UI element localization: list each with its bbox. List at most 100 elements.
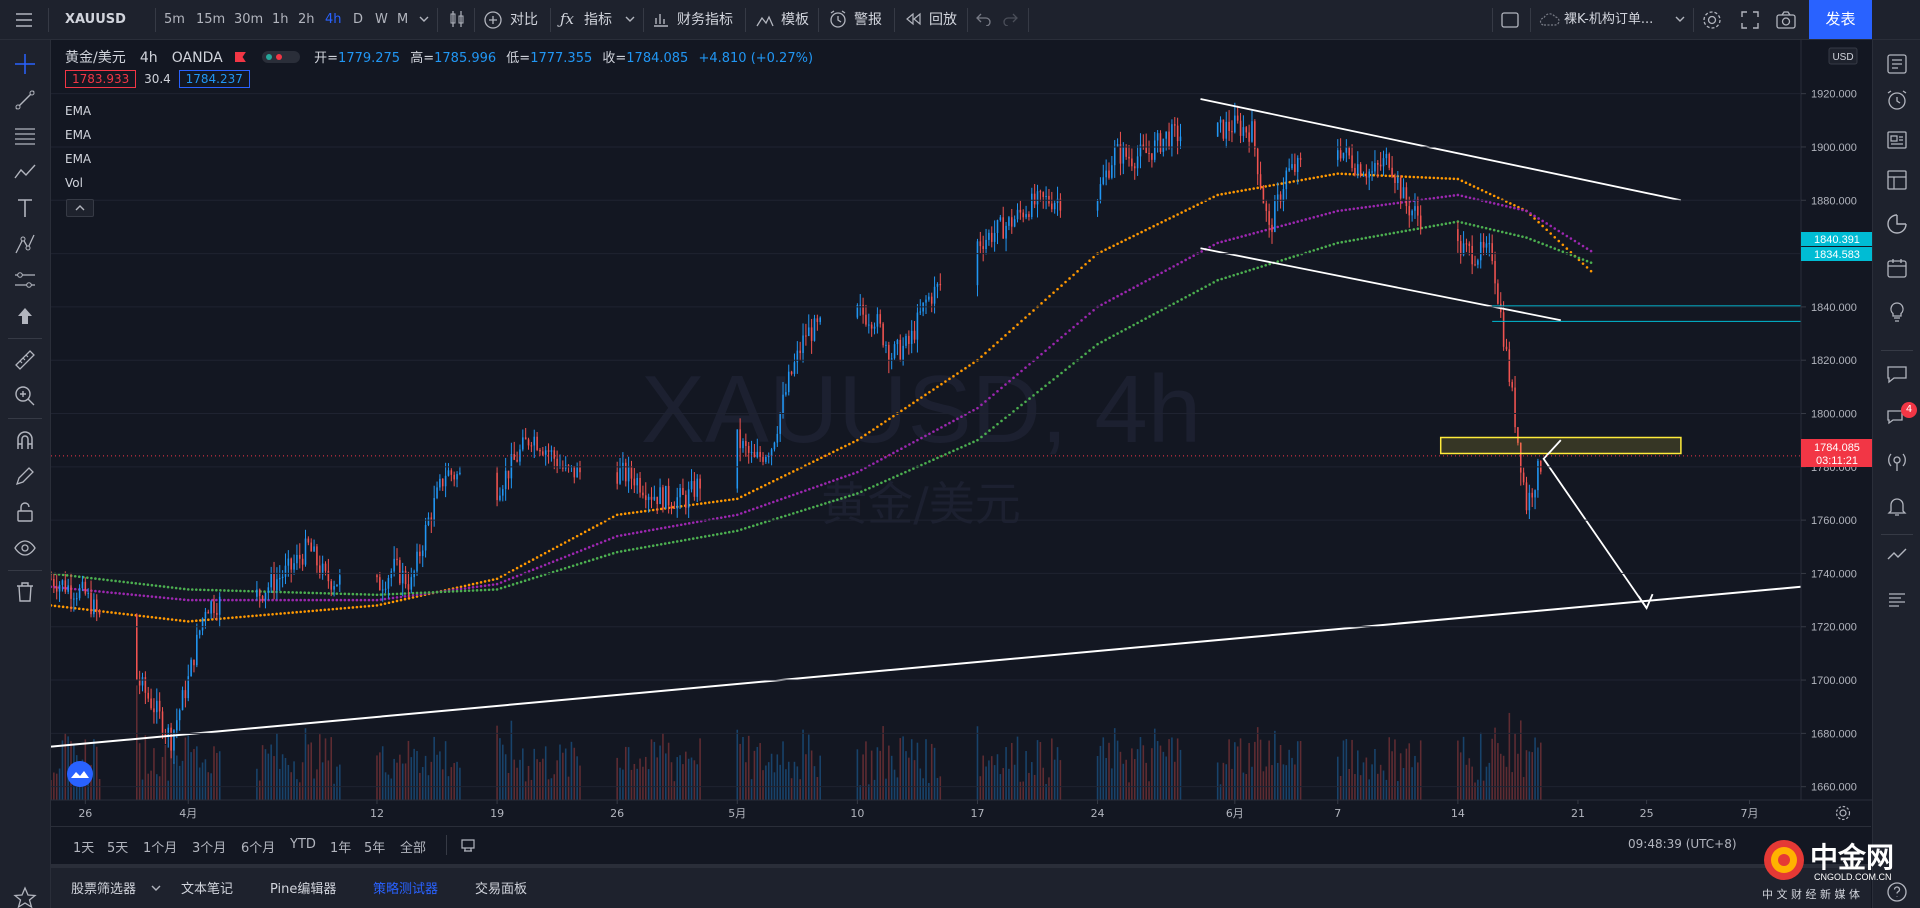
range-1d[interactable]: 1天 bbox=[73, 837, 94, 856]
alert-button[interactable]: 警报 bbox=[854, 11, 882, 29]
volume-bar bbox=[1128, 782, 1130, 800]
magnet-icon[interactable] bbox=[13, 428, 37, 452]
ema-dot bbox=[1156, 222, 1159, 226]
timeframe-2h[interactable]: 2h bbox=[298, 11, 315, 29]
pattern-icon[interactable] bbox=[13, 160, 37, 184]
candle-style-icon[interactable] bbox=[448, 9, 466, 29]
menu-icon[interactable] bbox=[14, 11, 34, 29]
range-6m[interactable]: 6个月 bbox=[241, 837, 275, 856]
legend-title[interactable]: 黄金/美元 bbox=[65, 50, 126, 66]
range-3m[interactable]: 3个月 bbox=[192, 837, 226, 856]
clock[interactable]: 09:48:39 (UTC+8) bbox=[1628, 837, 1737, 851]
timeframe-5m[interactable]: 5m bbox=[164, 11, 185, 29]
timeframe-d[interactable]: D bbox=[353, 11, 363, 29]
currency-label[interactable]: USD bbox=[1832, 52, 1853, 63]
range-5y[interactable]: 5年 bbox=[364, 837, 385, 856]
chat-icon[interactable] bbox=[1885, 362, 1909, 386]
tradingview-logo-icon[interactable] bbox=[67, 761, 93, 787]
redo-icon[interactable] bbox=[1002, 12, 1018, 26]
ema-dot bbox=[796, 510, 799, 514]
chevron-down-icon[interactable] bbox=[151, 884, 161, 892]
eye-icon[interactable] bbox=[13, 536, 37, 560]
timeframe-1h[interactable]: 1h bbox=[272, 11, 289, 29]
range-all[interactable]: 全部 bbox=[400, 837, 426, 856]
fullscreen-icon[interactable] bbox=[1740, 10, 1760, 30]
arrow-up-icon[interactable] bbox=[13, 304, 37, 328]
calendar-icon[interactable] bbox=[1885, 256, 1909, 280]
timeframe-30m[interactable]: 30m bbox=[234, 11, 263, 29]
hotlist-icon[interactable] bbox=[1885, 212, 1909, 236]
camera-icon[interactable] bbox=[1775, 10, 1797, 30]
chevron-down-icon[interactable] bbox=[1675, 15, 1685, 23]
buy-price-button[interactable]: 1784.237 bbox=[178, 70, 250, 88]
candle-body bbox=[459, 472, 461, 475]
indicator-ema-mid[interactable]: EMA bbox=[65, 128, 91, 142]
data-window-icon[interactable] bbox=[1885, 168, 1909, 192]
chevron-down-icon[interactable] bbox=[419, 15, 429, 23]
undo-icon[interactable] bbox=[976, 12, 992, 26]
tab-text-notes[interactable]: 文本笔记 bbox=[181, 878, 233, 897]
tab-stock-screener[interactable]: 股票筛选器 bbox=[71, 878, 136, 897]
templates-button[interactable]: 模板 bbox=[781, 11, 809, 29]
watermark-name: 黄金/美元 bbox=[821, 477, 1021, 531]
timeframe-w[interactable]: W bbox=[375, 11, 388, 29]
volume-bar bbox=[762, 770, 764, 800]
symbol-search[interactable]: XAUUSD bbox=[65, 11, 126, 29]
layout-name[interactable]: 裸K-机构订单... bbox=[1564, 11, 1653, 29]
sell-price-button[interactable]: 1783.933 bbox=[65, 70, 137, 88]
market-status-toggle[interactable] bbox=[262, 51, 300, 63]
range-1y[interactable]: 1年 bbox=[330, 837, 351, 856]
gear-icon[interactable] bbox=[1701, 9, 1723, 31]
goto-date-icon[interactable] bbox=[459, 836, 477, 854]
trend-line-icon[interactable] bbox=[13, 88, 37, 112]
price-chart[interactable]: XAUUSD, 4h 黄金/美元 1920.0001900.0001880.00… bbox=[51, 40, 1872, 826]
ema-dot bbox=[391, 600, 395, 604]
collapse-legend-button[interactable] bbox=[66, 199, 94, 217]
star-icon[interactable] bbox=[13, 886, 37, 908]
fib-retracement-icon[interactable] bbox=[13, 124, 37, 148]
publish-button[interactable]: 发表 bbox=[1809, 0, 1872, 39]
dom-icon[interactable] bbox=[1885, 588, 1909, 612]
streams-icon[interactable] bbox=[1885, 450, 1909, 474]
ema-dot bbox=[856, 492, 859, 495]
ideas-icon[interactable] bbox=[1885, 300, 1909, 324]
alarm-clock-icon[interactable] bbox=[1885, 88, 1909, 112]
ema-dot bbox=[1408, 228, 1412, 232]
order-panel-icon[interactable] bbox=[1885, 544, 1909, 568]
ema-dot bbox=[215, 598, 218, 602]
ruler-icon[interactable] bbox=[13, 348, 37, 372]
tab-strategy-tester[interactable]: 策略测试器 bbox=[373, 878, 438, 897]
indicators-button[interactable]: 指标 bbox=[584, 11, 612, 29]
zoom-in-icon[interactable] bbox=[13, 384, 37, 408]
tab-pine-editor[interactable]: Pine编辑器 bbox=[270, 878, 336, 897]
timeframe-m[interactable]: M bbox=[397, 11, 408, 29]
forecast-icon[interactable] bbox=[13, 232, 37, 256]
indicator-ema-fast[interactable]: EMA bbox=[65, 104, 91, 118]
range-1m[interactable]: 1个月 bbox=[143, 837, 177, 856]
range-5d[interactable]: 5天 bbox=[107, 837, 128, 856]
fullscreen-select-icon[interactable] bbox=[1500, 11, 1520, 29]
compare-button[interactable]: 对比 bbox=[510, 11, 538, 29]
range-ytd[interactable]: YTD bbox=[290, 837, 316, 852]
tab-trading-panel[interactable]: 交易面板 bbox=[475, 878, 527, 897]
news-icon[interactable] bbox=[1885, 128, 1909, 152]
timeframe-4h[interactable]: 4h bbox=[325, 11, 342, 29]
indicator-volume[interactable]: Vol bbox=[65, 176, 83, 190]
chevron-down-icon[interactable] bbox=[625, 15, 635, 23]
pencil-lock-icon[interactable] bbox=[13, 464, 37, 488]
notifications-icon[interactable] bbox=[1885, 494, 1909, 518]
timeframe-15m[interactable]: 15m bbox=[196, 11, 225, 29]
ema-dot bbox=[1068, 277, 1071, 280]
measure-tools-icon[interactable] bbox=[13, 268, 37, 292]
trash-icon[interactable] bbox=[13, 580, 37, 604]
financials-button[interactable]: 财务指标 bbox=[677, 11, 733, 29]
crosshair-icon[interactable] bbox=[13, 52, 37, 76]
text-tool-icon[interactable] bbox=[13, 196, 37, 220]
lock-icon[interactable] bbox=[13, 500, 37, 524]
flag-icon[interactable] bbox=[234, 52, 246, 62]
replay-button[interactable]: 回放 bbox=[929, 11, 957, 29]
watchlist-icon[interactable] bbox=[1885, 52, 1909, 76]
ema-dot bbox=[1320, 246, 1324, 250]
indicator-ema-slow[interactable]: EMA bbox=[65, 152, 91, 166]
candle-body bbox=[1379, 164, 1382, 167]
